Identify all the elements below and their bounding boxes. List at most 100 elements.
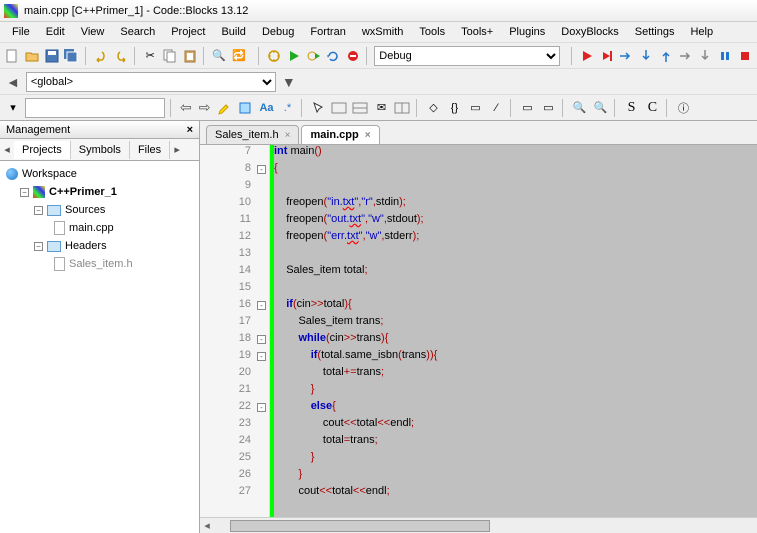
save-all-icon[interactable] [63, 47, 80, 65]
menu-file[interactable]: File [4, 24, 38, 40]
tree-file[interactable]: main.cpp [69, 222, 114, 234]
stop-debug-icon[interactable] [736, 47, 753, 65]
scroll-left-icon[interactable]: ◂ [200, 519, 214, 532]
code-line[interactable]: { [274, 162, 757, 179]
scope-next-icon[interactable]: ▼ [282, 74, 296, 90]
nav-fwd-icon[interactable]: ⇨ [199, 99, 211, 116]
code-line[interactable]: total=trans; [274, 434, 757, 451]
slash-icon[interactable]: ⁄ [487, 99, 505, 117]
diamond-icon[interactable]: ◇ [424, 99, 442, 117]
menu-search[interactable]: Search [112, 24, 163, 40]
menu-doxyblocks[interactable]: DoxyBlocks [553, 24, 626, 40]
menu-build[interactable]: Build [213, 24, 253, 40]
box5-icon[interactable]: ▭ [518, 99, 536, 117]
fold-icon[interactable]: - [257, 403, 266, 412]
box6-icon[interactable]: ▭ [539, 99, 557, 117]
editor-tab[interactable]: main.cpp× [301, 125, 379, 144]
next-instr-icon[interactable] [677, 47, 694, 65]
box3-icon[interactable] [393, 99, 411, 117]
box4-icon[interactable]: ▭ [466, 99, 484, 117]
code-line[interactable] [274, 247, 757, 264]
scope-combo[interactable]: <global> [26, 72, 276, 92]
abort-icon[interactable] [345, 47, 362, 65]
code-line[interactable]: while(cin>>trans){ [274, 332, 757, 349]
box2-icon[interactable] [351, 99, 369, 117]
mgmt-tab-right-icon[interactable]: ▸ [170, 143, 184, 156]
debug-run-icon[interactable] [579, 47, 596, 65]
code-line[interactable]: if(total.same_isbn(trans)){ [274, 349, 757, 366]
info-icon[interactable]: ⓘ [674, 99, 692, 117]
code-area[interactable]: 78-910111213141516-1718-19-202122-232425… [200, 145, 757, 517]
menu-fortran[interactable]: Fortran [302, 24, 353, 40]
code-line[interactable]: freopen("out.txt","w",stdout); [274, 213, 757, 230]
copy-icon[interactable] [162, 47, 179, 65]
paste-icon[interactable] [181, 47, 198, 65]
tree-workspace[interactable]: Workspace [22, 168, 77, 180]
brackets-icon[interactable]: {} [445, 99, 463, 117]
mgmt-tab-left-icon[interactable]: ◂ [0, 143, 14, 156]
scroll-thumb[interactable] [230, 520, 490, 532]
scope-prev-icon[interactable]: ◄ [6, 74, 20, 90]
tree-folder-headers[interactable]: Headers [65, 240, 107, 252]
fold-icon[interactable]: - [257, 335, 266, 344]
tab-close-icon[interactable]: × [365, 130, 371, 141]
build-run-icon[interactable] [305, 47, 322, 65]
menu-debug[interactable]: Debug [254, 24, 302, 40]
management-close-icon[interactable]: × [187, 124, 193, 136]
menu-tools+[interactable]: Tools+ [453, 24, 501, 40]
code-line[interactable] [274, 179, 757, 196]
step-into-icon[interactable] [638, 47, 655, 65]
tree-folder-sources[interactable]: Sources [65, 204, 105, 216]
mgmt-tab-files[interactable]: Files [130, 141, 170, 159]
code-line[interactable]: } [274, 451, 757, 468]
save-icon[interactable] [43, 47, 60, 65]
dropdown-icon[interactable]: ▾ [4, 99, 22, 117]
undo-icon[interactable] [93, 47, 110, 65]
fold-icon[interactable]: - [257, 301, 266, 310]
source-c-icon[interactable]: C [643, 99, 661, 117]
highlight-icon[interactable] [215, 99, 233, 117]
code-line[interactable]: } [274, 383, 757, 400]
regex-icon[interactable]: .* [278, 99, 296, 117]
build-icon[interactable] [266, 47, 283, 65]
expand-icon[interactable]: − [34, 242, 43, 251]
code-line[interactable]: freopen("in.txt","r",stdin); [274, 196, 757, 213]
mgmt-tab-symbols[interactable]: Symbols [71, 141, 130, 159]
code-line[interactable]: cout<<total<<endl; [274, 485, 757, 502]
code-line[interactable]: Sales_item trans; [274, 315, 757, 332]
code-line[interactable]: cout<<total<<endl; [274, 417, 757, 434]
select-icon[interactable] [236, 99, 254, 117]
expand-icon[interactable]: − [20, 188, 29, 197]
tree-project[interactable]: C++Primer_1 [49, 186, 117, 198]
menu-edit[interactable]: Edit [38, 24, 73, 40]
menu-plugins[interactable]: Plugins [501, 24, 553, 40]
mgmt-tab-projects[interactable]: Projects [14, 141, 71, 159]
next-line-icon[interactable] [618, 47, 635, 65]
step-into-instr-icon[interactable] [697, 47, 714, 65]
box1-icon[interactable] [330, 99, 348, 117]
envelope-icon[interactable]: ✉ [372, 99, 390, 117]
editor-tab[interactable]: Sales_item.h× [206, 125, 299, 144]
fold-icon[interactable]: - [257, 352, 266, 361]
menu-wxsmith[interactable]: wxSmith [354, 24, 412, 40]
source-s-icon[interactable]: S [622, 99, 640, 117]
h-scrollbar[interactable]: ◂ [200, 517, 757, 533]
tree-file[interactable]: Sales_item.h [69, 258, 133, 270]
open-icon[interactable] [24, 47, 41, 65]
code-line[interactable]: } [274, 468, 757, 485]
tab-close-icon[interactable]: × [285, 130, 291, 141]
menu-view[interactable]: View [73, 24, 113, 40]
new-file-icon[interactable] [4, 47, 21, 65]
redo-icon[interactable] [112, 47, 129, 65]
find-icon[interactable]: 🔍 [211, 47, 228, 65]
rebuild-icon[interactable] [325, 47, 342, 65]
menu-project[interactable]: Project [163, 24, 213, 40]
step-out-icon[interactable] [658, 47, 675, 65]
break-debug-icon[interactable] [717, 47, 734, 65]
run-icon[interactable] [286, 47, 303, 65]
run-to-cursor-icon[interactable] [598, 47, 615, 65]
code-line[interactable]: if(cin>>total){ [274, 298, 757, 315]
menu-settings[interactable]: Settings [627, 24, 683, 40]
zoom-out-icon[interactable]: 🔍 [591, 99, 609, 117]
nav-back-icon[interactable]: ⇦ [180, 99, 192, 116]
